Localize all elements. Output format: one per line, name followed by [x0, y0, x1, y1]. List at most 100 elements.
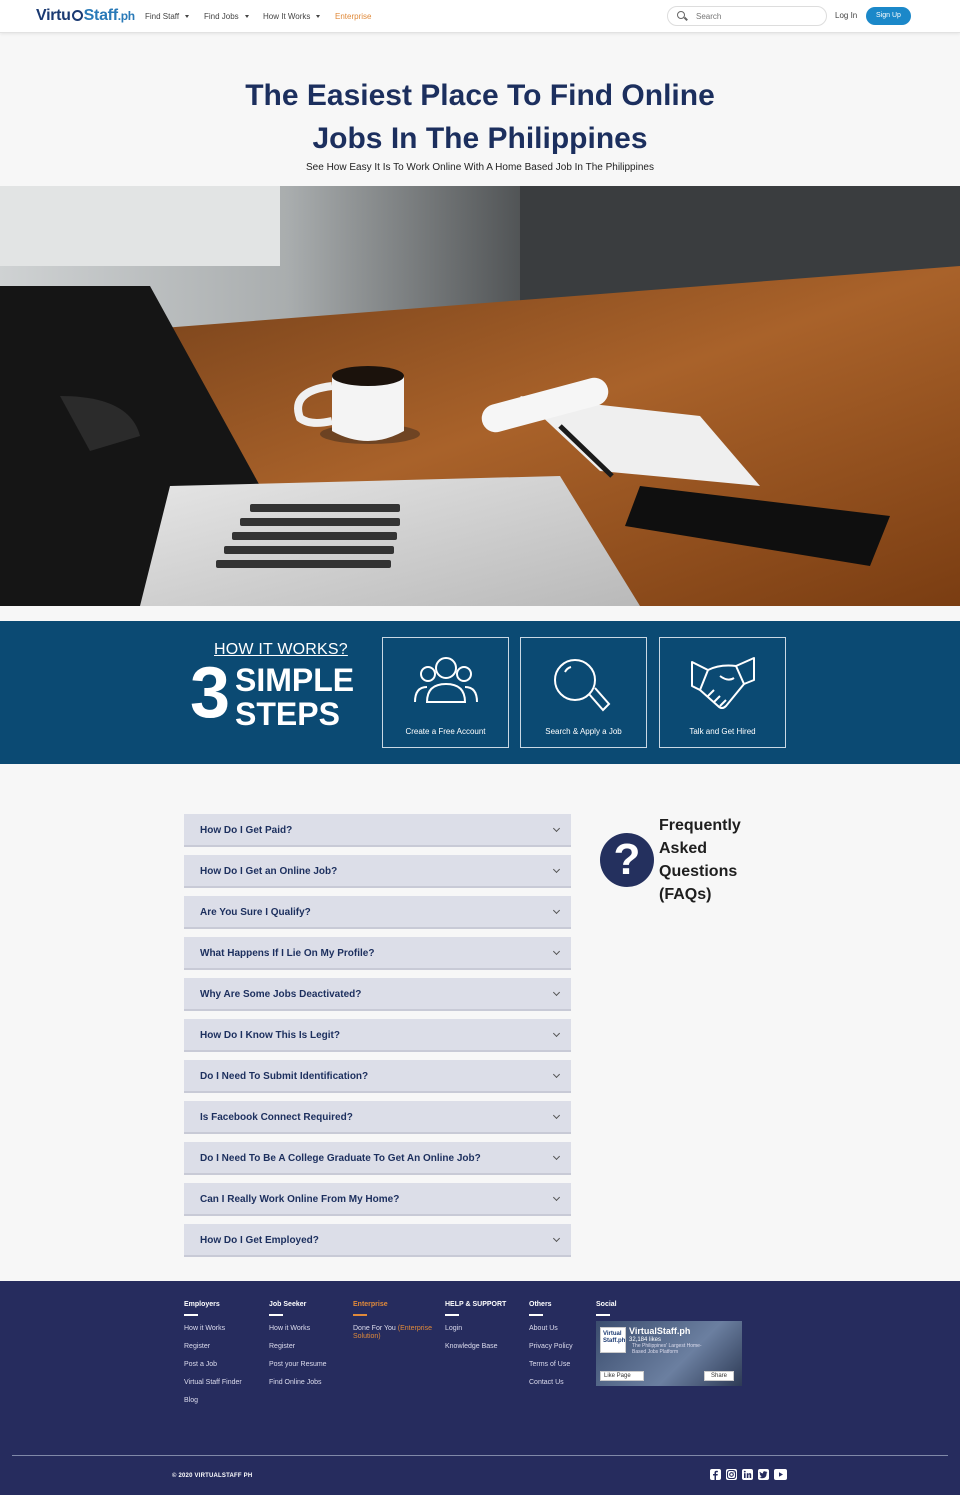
footer-col-title: Enterprise: [353, 1301, 388, 1308]
footer-divider-line: [12, 1455, 948, 1456]
chevron-down-icon: [552, 824, 561, 833]
faq-item[interactable]: Do I Need To Submit Identification?: [184, 1060, 571, 1093]
search-input[interactable]: [696, 10, 816, 22]
faq-heading: Frequently Asked Questions (FAQs): [659, 817, 741, 903]
instagram-icon[interactable]: [726, 1469, 737, 1480]
footer-link[interactable]: Privacy Policy: [529, 1343, 573, 1351]
footer-link[interactable]: Terms of Use: [529, 1361, 573, 1369]
footer-link[interactable]: How it Works: [269, 1325, 327, 1333]
footer-link[interactable]: Contact Us: [529, 1379, 573, 1387]
footer-link[interactable]: Blog: [184, 1397, 242, 1405]
footer-col-employers: Employers How it Works Register Post a J…: [184, 1301, 242, 1415]
steps-heading: SIMPLE STEPS: [235, 662, 355, 732]
hero-subtitle: See How Easy It Is To Work Online With A…: [306, 162, 654, 173]
chevron-down-icon: [552, 1029, 561, 1038]
facebook-icon[interactable]: [710, 1469, 721, 1480]
footer-divider: [596, 1314, 610, 1316]
step-label: Talk and Get Hired: [689, 727, 756, 736]
chevron-down-icon: [552, 1070, 561, 1079]
search-icon: [554, 659, 611, 712]
caret-down-icon: [185, 15, 190, 19]
footer-link[interactable]: Post a Job: [184, 1361, 242, 1369]
footer-divider: [184, 1314, 198, 1316]
footer-col-help: HELP & SUPPORT Login Knowledge Base: [445, 1301, 506, 1361]
footer-link[interactable]: Login: [445, 1325, 506, 1333]
facebook-page-widget[interactable]: Virtual Staff.ph VirtualStaff.ph 32,184 …: [596, 1321, 742, 1386]
hero-title: The Easiest Place To Find Online Jobs In…: [245, 79, 715, 155]
twitter-icon[interactable]: [758, 1469, 769, 1480]
chevron-down-icon: [552, 1111, 561, 1120]
how-it-works-link[interactable]: HOW IT WORKS?: [214, 641, 348, 659]
faq-question: Can I Really Work Online From My Home?: [200, 1194, 400, 1205]
chevron-down-icon: [552, 947, 561, 956]
faq-item[interactable]: How Do I Know This Is Legit?: [184, 1019, 571, 1052]
step-label: Create a Free Account: [405, 727, 486, 736]
step-search-apply[interactable]: Search & Apply a Job: [520, 637, 647, 748]
footer-col-title: Job Seeker: [269, 1301, 307, 1308]
steps-number: 3: [190, 653, 231, 733]
footer-link[interactable]: Knowledge Base: [445, 1343, 506, 1351]
faq-question: How Do I Get Paid?: [200, 825, 293, 836]
caret-down-icon: [316, 15, 321, 19]
faq-item[interactable]: Do I Need To Be A College Graduate To Ge…: [184, 1142, 571, 1175]
faq-item[interactable]: Is Facebook Connect Required?: [184, 1101, 571, 1134]
linkedin-icon[interactable]: [742, 1469, 753, 1480]
users-icon: [414, 657, 478, 703]
how-it-works-section: HOW IT WORKS? 3 SIMPLE STEPS Create a Fr…: [0, 621, 960, 764]
fb-like-button[interactable]: Like Page: [600, 1371, 644, 1381]
footer-link[interactable]: Virtual Staff Finder: [184, 1379, 242, 1387]
faq-item[interactable]: What Happens If I Lie On My Profile?: [184, 937, 571, 970]
faq-item[interactable]: Can I Really Work Online From My Home?: [184, 1183, 571, 1216]
step-label: Search & Apply a Job: [545, 727, 622, 736]
faq-accordion: How Do I Get Paid? How Do I Get an Onlin…: [184, 814, 571, 1265]
search-icon: [677, 11, 685, 19]
footer-col-title: Others: [529, 1301, 552, 1308]
faq-question: Why Are Some Jobs Deactivated?: [200, 989, 362, 1000]
nav-find-jobs[interactable]: Find Jobs: [204, 12, 249, 21]
footer-divider: [445, 1314, 459, 1316]
footer-col-title: Employers: [184, 1301, 220, 1308]
footer-link[interactable]: Register: [269, 1343, 327, 1351]
step-talk-hired[interactable]: Talk and Get Hired: [659, 637, 786, 748]
question-mark-icon: ?: [600, 833, 654, 887]
nav-how-it-works[interactable]: How It Works: [263, 12, 321, 21]
footer-link[interactable]: Post your Resume: [269, 1361, 327, 1369]
faq-item[interactable]: How Do I Get an Online Job?: [184, 855, 571, 888]
faq-item[interactable]: How Do I Get Paid?: [184, 814, 571, 847]
footer-link[interactable]: Find Online Jobs: [269, 1379, 327, 1387]
fb-tagline: The Philippines' Largest Home-Based Jobs…: [632, 1343, 702, 1355]
faq-question: What Happens If I Lie On My Profile?: [200, 948, 375, 959]
handshake-icon: [691, 657, 755, 709]
footer-link[interactable]: About Us: [529, 1325, 573, 1333]
hero-desk-photo: [0, 186, 960, 606]
footer-link[interactable]: Register: [184, 1343, 242, 1351]
top-navbar: VirtualStaff.ph Find Staff Find Jobs How…: [0, 0, 960, 33]
faq-item[interactable]: Are You Sure I Qualify?: [184, 896, 571, 929]
youtube-icon[interactable]: [774, 1469, 787, 1480]
footer-col-title: Social: [596, 1301, 617, 1308]
signup-button[interactable]: Sign Up: [866, 7, 911, 25]
caret-down-icon: [244, 15, 249, 19]
faq-question: How Do I Get Employed?: [200, 1235, 319, 1246]
fb-share-button[interactable]: Share: [704, 1371, 734, 1381]
nav-enterprise[interactable]: Enterprise: [335, 12, 371, 21]
footer-link[interactable]: How it Works: [184, 1325, 242, 1333]
footer-col-others: Others About Us Privacy Policy Terms of …: [529, 1301, 573, 1397]
faq-item[interactable]: How Do I Get Employed?: [184, 1224, 571, 1257]
faq-question: How Do I Get an Online Job?: [200, 866, 338, 877]
footer-link-done-for-you[interactable]: Done For You (Enterprise Solution): [353, 1325, 439, 1341]
faq-question: How Do I Know This Is Legit?: [200, 1030, 340, 1041]
faq-item[interactable]: Why Are Some Jobs Deactivated?: [184, 978, 571, 1011]
nav-find-staff[interactable]: Find Staff: [145, 12, 190, 21]
footer-col-title: HELP & SUPPORT: [445, 1301, 507, 1308]
footer-divider: [269, 1314, 283, 1316]
site-logo[interactable]: VirtualStaff.ph: [36, 7, 135, 25]
chevron-down-icon: [552, 1193, 561, 1202]
footer-divider: [353, 1314, 367, 1316]
step-create-account[interactable]: Create a Free Account: [382, 637, 509, 748]
login-link[interactable]: Log In: [835, 11, 857, 20]
search-box[interactable]: [667, 6, 827, 26]
chevron-down-icon: [552, 1152, 561, 1161]
logo-magnifier-icon: [71, 10, 83, 21]
fb-page-name[interactable]: VirtualStaff.ph: [629, 1326, 690, 1336]
